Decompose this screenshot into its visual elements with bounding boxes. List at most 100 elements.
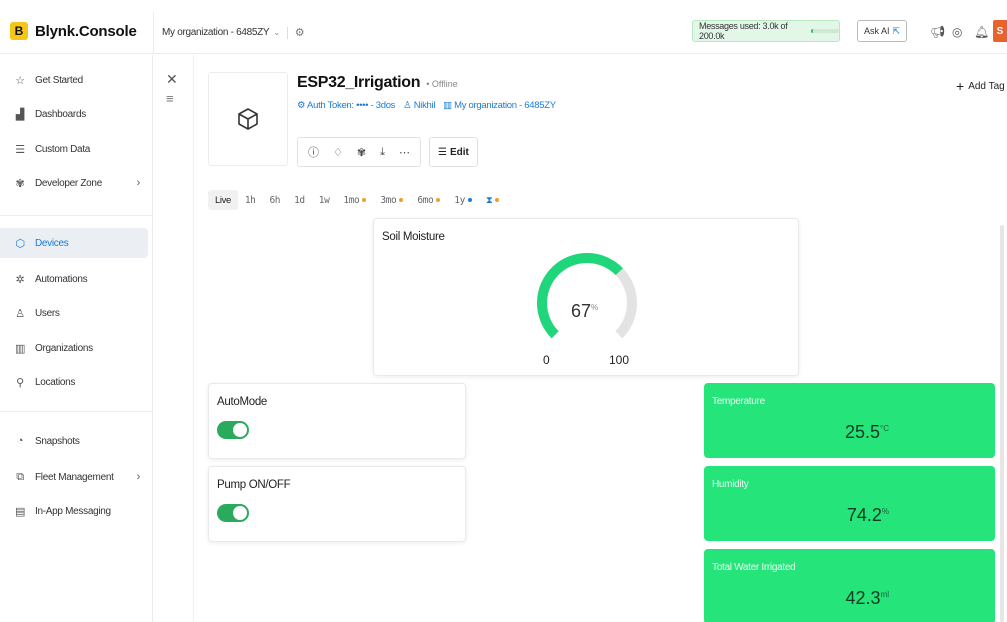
auth-token-label: Auth Token: •••• - 3dos [307,100,396,111]
widget-title: Pump ON/OFF [217,479,291,491]
widget-title: Total Water Irrigated [712,562,796,573]
tab-custom-range[interactable]: ⧗ [479,190,506,210]
divider [153,12,154,54]
info-icon[interactable]: ⓘ [308,144,319,160]
pump-switch[interactable] [217,504,249,522]
cube-icon: ⬡ [15,237,25,250]
more-icon[interactable]: ⋯ [399,146,410,159]
soil-moisture-widget[interactable]: Soil Moisture 67% 0 100 [373,218,799,376]
humidity-widget[interactable]: Humidity 74.2% [704,466,995,541]
pin-icon: ⚲ [16,376,24,389]
automode-switch[interactable] [217,421,249,439]
messages-usage[interactable]: Messages used: 3.0k of 200.0k [692,20,840,42]
gauge-value: 67% [571,301,598,322]
close-icon[interactable]: ✕ [166,71,178,88]
sidebar-item-developer-zone[interactable]: ✾ Developer Zone › [0,168,148,198]
sidebar-item-in-app-messaging[interactable]: ▤ In-App Messaging [0,496,148,526]
sidebar-item-label: Locations [35,376,76,388]
device-status: • Offline [426,79,458,89]
sidebar-item-custom-data[interactable]: ☰ Custom Data [0,134,148,164]
tab-label: 6mo [417,194,434,206]
sidebar-item-automations[interactable]: ✲ Automations [0,264,148,294]
brand-logo[interactable]: B Blynk.Console [10,22,137,40]
premium-dot-icon [362,198,367,202]
developer-icon[interactable]: ✾ [357,146,366,159]
device-action-group: ⓘ ♢ ✾ ⤓ ⋯ [297,137,421,167]
device-owner[interactable]: ♙ Nikhil [403,100,435,111]
tab-6mo[interactable]: 6mo [410,190,447,210]
tab-1mo[interactable]: 1mo [336,190,373,210]
device-org[interactable]: ▥ My organization - 6485ZY [443,100,556,111]
device-org-label: My organization - 6485ZY [454,100,556,111]
widget-value-number: 74.2 [846,505,882,525]
device-meta: ⚙ Auth Token: •••• - 3dos ♙ Nikhil ▥ My … [297,100,556,111]
gauge-min: 0 [543,353,550,367]
sidebar-item-label: Devices [35,237,69,249]
tab-1y[interactable]: 1y [447,190,479,210]
sidebar-item-users[interactable]: ♙ Users [0,298,148,328]
auth-token[interactable]: ⚙ Auth Token: •••• - 3dos [297,100,395,111]
widget-value: 74.2% [704,505,889,526]
sidebar-item-snapshots[interactable]: ◔ Snapshots [0,426,148,456]
tab-1d[interactable]: 1d [287,190,312,210]
org-selector[interactable]: My organization - 6485ZY ⌄ ⚙ [162,26,305,39]
sidebar-item-dashboards[interactable]: ▟ Dashboards [0,99,148,129]
sidebar-item-label: Automations [35,273,88,285]
sidebar-item-label: Snapshots [35,435,80,447]
sidebar-item-organizations[interactable]: ▥ Organizations [0,333,148,363]
sidebar-item-locations[interactable]: ⚲ Locations [0,367,148,397]
page-scrollbar[interactable] [1000,225,1004,622]
widget-title: Humidity [712,479,749,490]
gauge-unit: % [591,303,599,312]
device-image[interactable] [208,72,288,166]
widget-title: Temperature [712,396,765,407]
divider [0,215,153,216]
edit-button[interactable]: ☰ Edit [428,137,478,167]
brand-name: Blynk.Console [35,22,137,40]
settings-icon[interactable]: ⚙ [295,26,305,39]
automation-icon: ✲ [15,273,25,286]
widget-title: AutoMode [217,396,268,408]
device-owner-label: Nikhil [413,100,436,111]
download-icon[interactable]: ⤓ [380,146,385,159]
tab-3mo[interactable]: 3mo [373,190,410,210]
temperature-widget[interactable]: Temperature 25.5°C [704,383,995,458]
widget-unit: °C [880,424,889,433]
sidebar-item-label: Get Started [35,74,83,86]
org-selector-label: My organization - 6485ZY [162,27,270,38]
widget-unit: % [881,507,889,516]
sidebar-item-get-started[interactable]: ☆ Get Started [0,65,148,95]
edit-label: Edit [449,146,469,158]
sidebar-item-devices[interactable]: ⬡ Devices [0,228,148,258]
widget-title: Soil Moisture [382,231,445,243]
messages-usage-meter [811,29,839,33]
gauge-max: 100 [609,353,630,367]
user-avatar[interactable]: S [993,20,1007,42]
tab-live[interactable]: Live [208,190,238,210]
megaphone-icon[interactable]: 📢︎ [930,25,945,39]
premium-dot-icon [467,198,472,202]
sidebar-item-fleet-management[interactable]: ⧉ Fleet Management › [0,462,148,492]
message-icon: ▤ [14,505,26,518]
water-irrigated-widget[interactable]: Total Water Irrigated 42.3ml [704,549,995,622]
gauge-fill [537,253,623,339]
bell-icon[interactable]: ♢ [333,146,343,159]
snapshot-icon: ◔ [16,435,24,447]
plus-icon: + [956,78,965,94]
tab-6h[interactable]: 6h [262,190,287,210]
device-title: ESP32_Irrigation • Offline [297,74,458,92]
notification-bell-icon[interactable]: 🔔︎ [974,25,989,39]
tab-label: 3mo [380,194,397,206]
device-list-strip: ✕ ≡ [154,55,194,622]
add-tag-button[interactable]: + Add Tag [956,78,1005,94]
tab-1w[interactable]: 1w [312,190,337,210]
help-icon[interactable]: ◎ [952,25,962,39]
menu-icon[interactable]: ≡ [166,91,174,106]
tab-label: 1y [454,194,465,206]
sidebar-item-label: In-App Messaging [35,505,111,517]
ask-ai-button[interactable]: Ask AI ⇱ [857,20,907,42]
tab-1h[interactable]: 1h [238,190,263,210]
premium-dot-icon [495,198,500,202]
top-bar: B Blynk.Console My organization - 6485ZY… [0,12,1007,54]
messages-usage-label: Messages used: 3.0k of 200.0k [699,21,788,41]
